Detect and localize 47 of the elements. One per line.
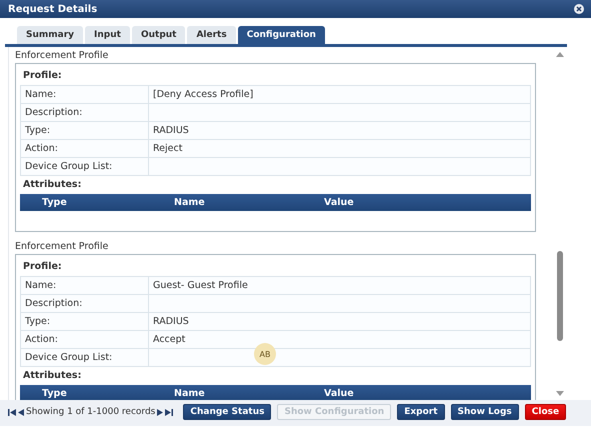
section-title: Profile:	[22, 260, 63, 274]
scrollbar-thumb[interactable]	[557, 251, 563, 341]
field-label: Name:	[21, 86, 149, 104]
field-value: RADIUS	[149, 313, 531, 331]
section-title: Attributes:	[22, 369, 82, 383]
field-label: Device Group List:	[21, 158, 149, 176]
footer-button[interactable]: Change Status	[183, 404, 272, 420]
column-header: Name	[174, 197, 205, 208]
scroll-up-icon[interactable]	[556, 52, 564, 57]
field-value: [Deny Access Profile]	[149, 86, 531, 104]
section-title: Profile:	[22, 69, 63, 83]
field-value: Reject	[149, 140, 531, 158]
previous-page-icon[interactable]	[18, 408, 24, 416]
tab[interactable]: Output	[132, 26, 186, 44]
footer-button[interactable]: Export	[397, 404, 445, 420]
field-label: Type:	[21, 122, 149, 140]
footer-button[interactable]: Show Logs	[450, 404, 519, 420]
close-icon[interactable]	[574, 4, 584, 14]
next-page-icon[interactable]	[157, 408, 164, 416]
last-page-icon[interactable]	[165, 408, 174, 416]
field-value: RADIUS	[149, 122, 531, 140]
window-title: Request Details	[8, 4, 98, 14]
field-label: Name:	[21, 277, 149, 295]
section-title: Attributes:	[22, 178, 82, 192]
section-heading: Enforcement Profile	[15, 49, 110, 63]
column-header: Type	[42, 388, 67, 399]
field-label: Type:	[21, 313, 149, 331]
tab[interactable]: Input	[85, 26, 130, 44]
column-header: Value	[324, 197, 354, 208]
first-page-icon[interactable]	[8, 408, 16, 416]
field-label: Action:	[21, 331, 149, 349]
field-label: Description:	[21, 104, 149, 122]
tab[interactable]: Summary	[17, 26, 84, 44]
pager-text: Showing 1 of 1-1000 records	[26, 407, 156, 417]
section-heading: Enforcement Profile	[15, 240, 110, 254]
field-label: Device Group List:	[21, 349, 149, 367]
field-value: Guest- Guest Profile	[149, 277, 531, 295]
column-header: Name	[174, 388, 205, 399]
tab[interactable]: Alerts	[187, 26, 236, 44]
field-label: Description:	[21, 295, 149, 313]
tab[interactable]: Configuration	[238, 26, 325, 44]
field-value: Accept	[149, 331, 531, 349]
field-label: Action:	[21, 140, 149, 158]
footer-button[interactable]: Close	[524, 404, 566, 420]
column-header: Type	[42, 197, 67, 208]
column-header: Value	[324, 388, 354, 399]
scroll-down-icon[interactable]	[556, 391, 564, 396]
